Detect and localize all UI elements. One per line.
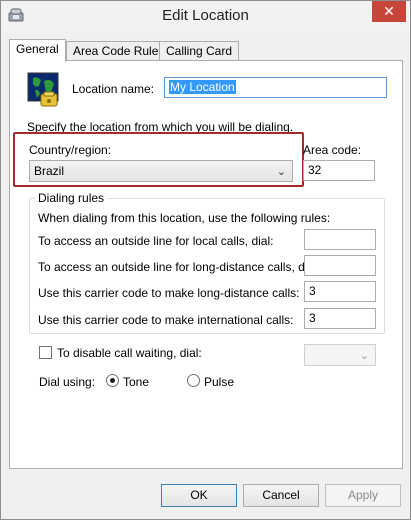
- long-distance-carrier-field[interactable]: 3: [304, 281, 376, 302]
- local-line-field[interactable]: [304, 229, 376, 250]
- ok-button[interactable]: OK: [161, 484, 237, 507]
- tone-radio[interactable]: [106, 374, 119, 387]
- international-carrier-label: Use this carrier code to make internatio…: [38, 313, 294, 327]
- tab-area-code-rules[interactable]: Area Code Rules: [66, 41, 172, 61]
- tab-general[interactable]: General: [9, 39, 66, 62]
- local-line-label: To access an outside line for local call…: [38, 234, 274, 248]
- location-name-field[interactable]: My Location: [164, 77, 387, 98]
- area-code-label: Area code:: [303, 143, 362, 157]
- country-highlight-box: [13, 132, 304, 187]
- dialing-rules-intro: When dialing from this location, use the…: [38, 211, 331, 225]
- window-title: Edit Location: [162, 7, 249, 24]
- long-distance-carrier-label: Use this carrier code to make long-dista…: [38, 286, 300, 300]
- international-carrier-field[interactable]: 3: [304, 308, 376, 329]
- long-distance-line-label: To access an outside line for long-dista…: [38, 260, 321, 274]
- dial-using-label: Dial using:: [39, 375, 96, 389]
- location-name-value: My Location: [169, 80, 236, 94]
- call-waiting-select[interactable]: ⌄: [304, 344, 376, 366]
- call-waiting-checkbox[interactable]: [39, 346, 52, 359]
- tone-label: Tone: [123, 375, 150, 389]
- general-panel: Location name: My Location Specify the l…: [9, 60, 403, 469]
- call-waiting-label: To disable call waiting, dial:: [57, 346, 202, 360]
- cancel-button[interactable]: Cancel: [243, 484, 319, 507]
- pulse-label: Pulse: [204, 375, 235, 389]
- tab-calling-card[interactable]: Calling Card: [159, 41, 240, 61]
- dialing-rules-title: Dialing rules: [35, 191, 108, 205]
- long-distance-line-field[interactable]: [304, 255, 376, 276]
- pulse-radio[interactable]: [187, 374, 200, 387]
- location-name-label: Location name:: [72, 82, 155, 96]
- area-code-field[interactable]: 32: [303, 160, 375, 181]
- globe-phone-icon: [27, 72, 59, 107]
- edit-location-dialog: Edit Location ✕ General Area Code Rules …: [0, 0, 411, 520]
- close-button[interactable]: ✕: [372, 1, 406, 22]
- apply-button[interactable]: Apply: [325, 484, 401, 507]
- chevron-down-icon: ⌄: [359, 350, 369, 362]
- title-bar: Edit Location ✕: [1, 1, 410, 31]
